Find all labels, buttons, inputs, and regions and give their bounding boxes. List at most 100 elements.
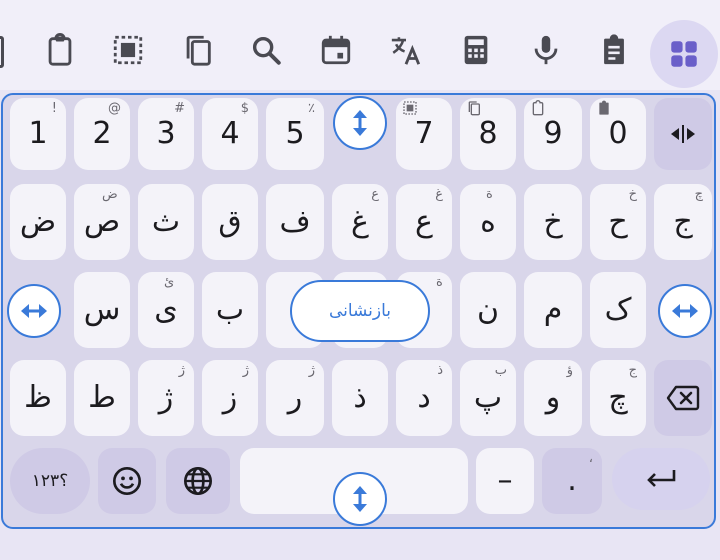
key-ghaf[interactable]: ق — [202, 184, 258, 260]
toolbar-copy-button[interactable] — [170, 22, 226, 78]
dash-key[interactable]: – — [476, 448, 534, 514]
key-label: 7 — [414, 116, 434, 151]
key-label: 4 — [220, 116, 240, 151]
key-kaf[interactable]: ک — [590, 272, 646, 348]
key-0[interactable]: 0 — [590, 98, 646, 170]
key-he-jimi[interactable]: حخ — [590, 184, 646, 260]
key-label: ز — [222, 380, 238, 415]
key-ta[interactable]: ط — [74, 360, 130, 436]
key-label: س — [83, 292, 121, 327]
key-label: ی — [154, 292, 178, 327]
key-za[interactable]: ظ — [10, 360, 66, 436]
bottom-bar — [0, 534, 720, 560]
key-label: 9 — [543, 116, 563, 151]
resize-handle-right[interactable] — [658, 284, 712, 338]
keyboard-toolbar — [0, 0, 720, 90]
key-hint: ع — [371, 187, 379, 202]
key-hint: # — [174, 101, 185, 116]
key-8[interactable]: 8 — [460, 98, 516, 170]
key-label: ض — [19, 204, 57, 239]
toolbar-select-all-button[interactable] — [100, 22, 156, 78]
emoji-key[interactable] — [98, 448, 156, 514]
toolbar-calculator-button[interactable] — [448, 22, 504, 78]
key-hint: ئ — [164, 275, 175, 290]
key-1[interactable]: 1! — [10, 98, 66, 170]
numbers-key[interactable]: ۱۲۳؟ — [10, 448, 90, 514]
backspace-key[interactable] — [654, 360, 712, 436]
key-label: ح — [608, 204, 628, 239]
key-label: غ — [351, 204, 369, 239]
key-khe[interactable]: خ — [524, 184, 582, 260]
key-zhe[interactable]: ژژ — [138, 360, 194, 436]
vertical-resize-icon — [353, 110, 367, 136]
clipboard-icon — [532, 100, 544, 116]
toolbar-clipboard-list-button[interactable] — [586, 22, 642, 78]
toolbar-search-button[interactable] — [238, 22, 294, 78]
key-label: ظ — [24, 380, 52, 415]
key-ze[interactable]: زژ — [202, 360, 258, 436]
key-vav[interactable]: وؤ — [524, 360, 582, 436]
key-4[interactable]: 4 $ — [202, 98, 258, 170]
key-label: – — [497, 463, 513, 498]
key-zal[interactable]: ذ — [332, 360, 388, 436]
key-sad[interactable]: صض — [74, 184, 130, 260]
key-hint: ؤ — [566, 363, 573, 378]
key-be[interactable]: ب — [202, 272, 258, 348]
key-label: ج — [673, 204, 693, 239]
key-label: 2 — [92, 116, 112, 151]
toolbar-clipboard-button[interactable] — [32, 22, 88, 78]
resize-handle-top[interactable] — [333, 96, 387, 150]
globe-icon — [184, 467, 212, 495]
key-se[interactable]: ث — [138, 184, 194, 260]
horizontal-resize-icon — [21, 304, 47, 318]
enter-icon — [647, 470, 676, 487]
key-5[interactable]: 5 ٪ — [266, 98, 324, 170]
vertical-resize-icon — [353, 486, 367, 512]
key-fe[interactable]: ف — [266, 184, 324, 260]
key-7[interactable]: 7 — [396, 98, 452, 170]
toolbar-calendar-button[interactable] — [308, 22, 364, 78]
key-2[interactable]: 2 @ — [74, 98, 130, 170]
key-hint: ة — [486, 187, 493, 202]
key-label: ص — [83, 204, 121, 239]
key-re[interactable]: رژ — [266, 360, 324, 436]
key-label: و — [545, 380, 561, 415]
key-nun[interactable]: ن — [460, 272, 516, 348]
key-mim[interactable]: م — [524, 272, 582, 348]
key-ghein[interactable]: غع — [332, 184, 388, 260]
resize-handle-left[interactable] — [7, 284, 61, 338]
key-pe[interactable]: پب — [460, 360, 516, 436]
key-hint: چ — [694, 187, 703, 202]
clipboard-list-icon — [599, 100, 609, 115]
language-key[interactable] — [166, 448, 230, 514]
select-all-icon — [113, 35, 143, 65]
toolbar-translate-button[interactable] — [378, 22, 434, 78]
key-hint: ژ — [308, 363, 315, 378]
key-jim[interactable]: جچ — [654, 184, 712, 260]
clipboard-list-icon — [604, 34, 624, 65]
key-ye[interactable]: یئ — [138, 272, 194, 348]
key-9[interactable]: 9 — [524, 98, 582, 170]
period-key[interactable]: . ، — [542, 448, 602, 514]
reset-button[interactable]: بازنشانی — [290, 280, 430, 342]
key-label: 1 — [28, 116, 48, 151]
key-ein[interactable]: عغ — [396, 184, 452, 260]
enter-key[interactable] — [612, 448, 710, 510]
ltr-rtl-toggle-key[interactable] — [654, 98, 712, 170]
key-he[interactable]: هة — [460, 184, 516, 260]
key-dal[interactable]: دذ — [396, 360, 452, 436]
toolbar-apps-button[interactable] — [650, 20, 718, 88]
key-3[interactable]: 3 # — [138, 98, 194, 170]
key-sin[interactable]: س — [74, 272, 130, 348]
resize-handle-bottom[interactable] — [333, 472, 387, 526]
key-zad[interactable]: ض — [10, 184, 66, 260]
key-hint: ة — [436, 275, 443, 290]
key-che[interactable]: چج — [590, 360, 646, 436]
toolbar-voice-button[interactable] — [518, 22, 574, 78]
key-hint: ، — [588, 451, 593, 466]
key-label: د — [417, 380, 431, 415]
key-label: چ — [608, 380, 628, 415]
key-hint: $ — [240, 101, 249, 116]
copy-icon — [186, 35, 211, 66]
key-label: م — [543, 292, 563, 327]
